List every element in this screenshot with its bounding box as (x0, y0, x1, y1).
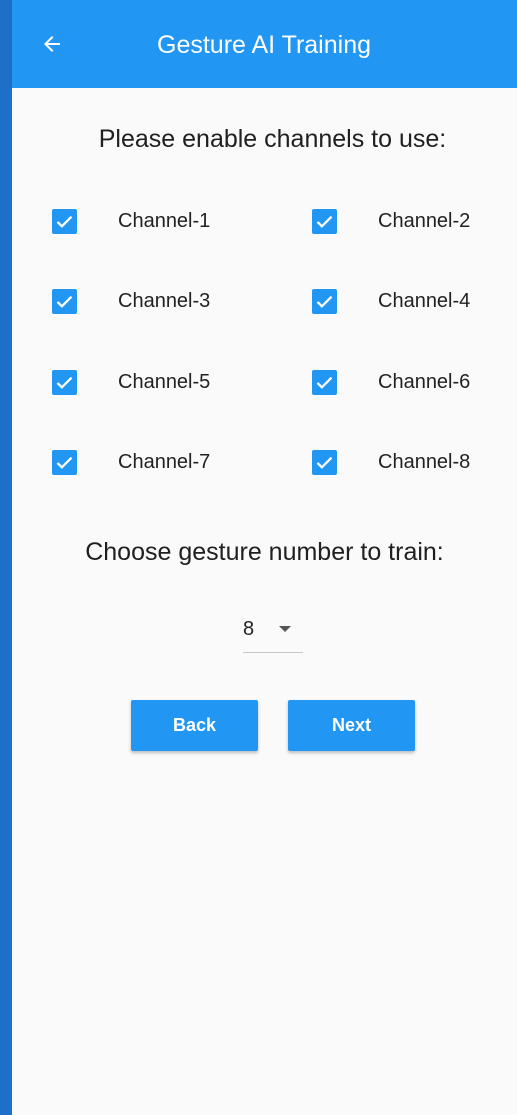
next-button[interactable]: Next (288, 700, 415, 751)
channel-label: Channel-7 (118, 451, 211, 473)
channel-label: Channel-6 (378, 371, 471, 393)
channel-label: Channel-2 (378, 210, 471, 232)
check-icon (56, 376, 73, 389)
channel-3-option[interactable]: Channel-3 (52, 289, 272, 329)
checkbox[interactable] (52, 450, 77, 475)
check-icon (316, 376, 333, 389)
check-icon (316, 456, 333, 469)
channel-label: Channel-4 (378, 290, 471, 312)
channel-7-option[interactable]: Channel-7 (52, 450, 272, 490)
page-title: Gesture AI Training (157, 31, 372, 59)
checkbox[interactable] (52, 289, 77, 314)
check-icon (56, 456, 73, 469)
gesture-number-select[interactable]: 8 (243, 612, 303, 653)
channel-label: Channel-3 (118, 290, 211, 312)
caret-down-icon (279, 626, 291, 632)
app-bar: Gesture AI Training (12, 0, 517, 88)
channel-4-option[interactable]: Channel-4 (312, 289, 517, 329)
gesture-heading: Choose gesture number to train: (85, 538, 444, 566)
checkbox[interactable] (312, 289, 337, 314)
check-icon (316, 295, 333, 308)
checkbox[interactable] (312, 209, 337, 234)
select-value: 8 (243, 618, 255, 640)
check-icon (56, 215, 73, 228)
channel-label: Channel-1 (118, 210, 211, 232)
checkbox[interactable] (312, 370, 337, 395)
channel-2-option[interactable]: Channel-2 (312, 209, 517, 249)
app-screen: Gesture AI Training Please enable channe… (12, 0, 517, 1115)
checkbox[interactable] (52, 370, 77, 395)
check-icon (316, 215, 333, 228)
channel-8-option[interactable]: Channel-8 (312, 450, 517, 490)
checkbox[interactable] (52, 209, 77, 234)
channel-1-option[interactable]: Channel-1 (52, 209, 272, 249)
back-button[interactable]: Back (131, 700, 258, 751)
channels-heading: Please enable channels to use: (98, 125, 447, 153)
checkbox[interactable] (312, 450, 337, 475)
channel-5-option[interactable]: Channel-5 (52, 370, 272, 410)
channel-label: Channel-8 (378, 451, 471, 473)
arrow-left-icon[interactable] (40, 32, 64, 56)
channel-label: Channel-5 (118, 371, 211, 393)
check-icon (56, 295, 73, 308)
channel-6-option[interactable]: Channel-6 (312, 370, 517, 410)
